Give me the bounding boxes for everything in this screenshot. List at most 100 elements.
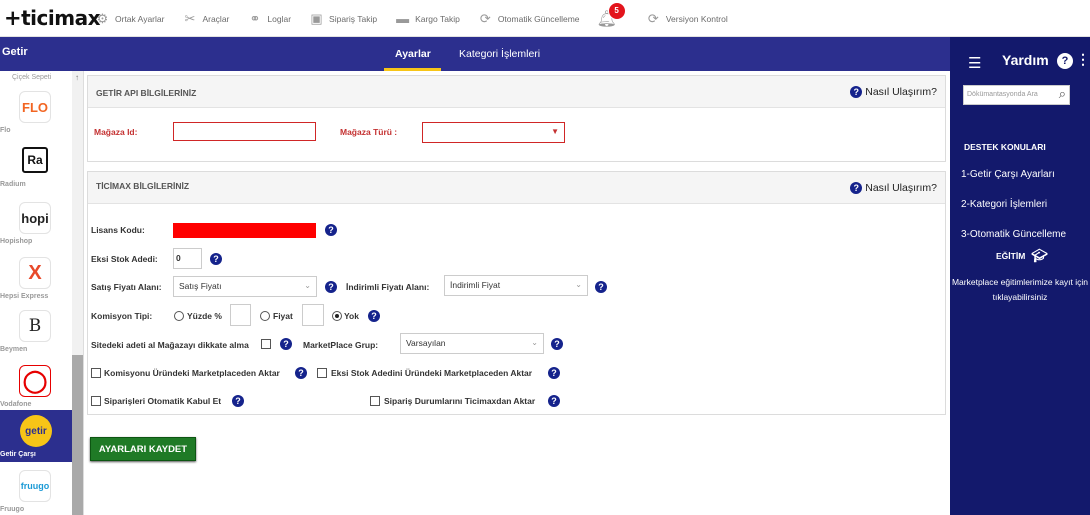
store-type-select[interactable]: ▼ [422,122,565,143]
card-header: TİCİMAX BİLGİLERİNİZ ? Nasıl Ulaşırım? [88,172,945,204]
sidebar-item-label: Vodafone [0,401,32,408]
sidebar-item-getir-carsi[interactable]: getir Getir Çarşı [0,410,72,462]
search-placeholder: Dökümantasyonda Ara [967,91,1038,98]
commission-radio-price[interactable] [260,311,270,321]
top-bar: +ticimax ⚙ Ortak Ayarlar ✂ Araçlar ⚭ Loglar… [0,0,1090,37]
commission-radio-percent[interactable] [174,311,184,321]
store-id-input[interactable] [173,122,316,141]
help-question-icon[interactable]: ? [1057,53,1073,69]
commission-percent-input[interactable] [230,304,251,326]
tools-icon: ✂ [184,10,196,26]
hamburger-menu-icon[interactable]: ☰ [968,54,981,72]
notifications-button[interactable]: 🔔︎ 5 [597,1,626,29]
radium-logo: Ra [22,147,48,173]
sidebar-item-flo[interactable]: FLO Flo [0,88,70,143]
nav-araclar[interactable]: ✂ Araçlar [181,10,230,26]
commission-radio-none[interactable] [332,311,342,321]
help-panel-title: Yardım [1002,52,1049,68]
sidebar-item-label: Getir Çarşı [0,451,36,458]
section-header-bar: Getir Ayarlar Kategori İşlemleri [0,37,950,71]
sidebar-scroll-thumb[interactable] [72,355,83,515]
topic-link-otomatik[interactable]: 3-Otomatik Güncelleme [961,229,1066,240]
question-icon[interactable]: ? [548,395,560,407]
topic-link-getir-carsi[interactable]: 1-Getir Çarşı Ayarları [961,169,1055,180]
nav-loglar[interactable]: ⚭ Loglar [246,11,291,26]
site-stock-checkbox[interactable] [261,339,271,349]
question-icon[interactable]: ? [368,310,380,322]
settings-content: GETİR API BİLGİLERİNİZ ? Nasıl Ulaşırım? … [84,71,950,515]
question-icon[interactable]: ? [548,367,560,379]
hepsi-express-logo: X [19,257,51,289]
question-icon[interactable]: ? [295,367,307,379]
flo-logo: FLO [19,91,51,123]
sidebar-item-label: Fruugo [0,506,25,513]
search-icon[interactable]: ⌕ [1059,86,1066,102]
sale-price-select[interactable]: Satış Fiyatı ⌄ [173,276,317,297]
more-options-icon[interactable]: ⋮ [1076,51,1090,68]
getir-logo: getir [20,415,52,447]
store-type-label: Mağaza Türü : [340,127,398,137]
card-header: GETİR API BİLGİLERİNİZ ? Nasıl Ulaşırım? [88,76,945,108]
commission-price-input[interactable] [302,304,324,326]
auto-accept-checkbox[interactable] [91,396,101,406]
question-icon[interactable]: ? [232,395,244,407]
minus-stock-input[interactable]: 0 [173,248,202,269]
sidebar-item-label: Radium [0,181,26,188]
question-icon[interactable]: ? [325,224,337,236]
education-link[interactable]: EĞİTİM 🎓︎ [996,248,1048,264]
mp-group-label: MarketPlace Grup: [303,340,379,350]
commission-option-label: Yok [344,311,359,321]
sidebar-item-label: Beymen [0,346,28,353]
vodafone-logo: ◯ [19,365,51,397]
box-icon: ▣ [310,10,323,26]
sidebar-item-hepsi-express[interactable]: X Hepsi Express [0,254,70,309]
card-title: GETİR API BİLGİLERİNİZ [96,88,197,98]
tab-kategori-islemleri[interactable]: Kategori İşlemleri [459,48,540,60]
sidebar-item-fruugo[interactable]: fruugo Fruugo [0,467,70,515]
topic-link-kategori[interactable]: 2-Kategori İşlemleri [961,199,1047,210]
nav-kargo-takip[interactable]: ▬ Kargo Takip [394,11,460,26]
sidebar-item-label: Flo [0,127,11,134]
mp-group-select[interactable]: Varsayılan ⌄ [400,333,544,354]
discount-price-select[interactable]: İndirimli Fiyat ⌄ [444,275,588,296]
getir-api-card: GETİR API BİLGİLERİNİZ ? Nasıl Ulaşırım? … [87,75,946,162]
question-icon[interactable]: ? [551,338,563,350]
minus-stock-transfer-label: Eksi Stok Adedini Üründeki Marketplacede… [331,368,533,378]
ticimax-logo[interactable]: +ticimax [4,6,100,30]
ticimax-info-card: TİCİMAX BİLGİLERİNİZ ? Nasıl Ulaşırım? Li… [87,171,946,415]
truck-icon: ▬ [396,11,410,26]
question-icon[interactable]: ? [210,253,222,265]
sidebar-item-radium[interactable]: Ra Radium [0,144,70,199]
question-icon[interactable]: ? [280,338,292,350]
question-icon[interactable]: ? [325,281,337,293]
nav-siparis-takip[interactable]: ▣ Sipariş Takip [308,11,377,26]
question-icon[interactable]: ? [595,281,607,293]
support-topics-title: DESTEK KONULARI [964,142,1046,152]
sidebar-item-hopishop[interactable]: hopi Hopishop [0,199,70,254]
sidebar-item-label: Hopishop [0,238,33,245]
nav-versiyon-kontrol[interactable]: ⟳ Versiyon Kontrol [645,11,728,26]
order-status-checkbox[interactable] [370,396,380,406]
commission-transfer-checkbox[interactable] [91,368,101,378]
help-panel: ☰ Yardım ? ⋮ Dökümantasyonda Ara ⌕ DESTE… [950,37,1090,515]
sidebar-item-vodafone[interactable]: ◯ Vodafone [0,362,70,417]
commission-label: Komisyon Tipi: [91,311,153,321]
nav-ortak-ayarlar[interactable]: ⚙ Ortak Ayarlar [94,11,165,26]
help-link[interactable]: ? Nasıl Ulaşırım? [850,86,937,98]
docs-search-input[interactable]: Dökümantasyonda Ara ⌕ [963,85,1070,105]
education-note[interactable]: Marketplace eğitimlerimize kayıt için tı… [950,275,1090,305]
nav-otomatik-guncelleme[interactable]: ⟳ Otomatik Güncelleme [477,11,580,26]
help-link[interactable]: ? Nasıl Ulaşırım? [850,182,937,194]
dropdown-caret-icon: ⌄ [575,280,582,289]
scroll-up-arrow-icon[interactable]: ↑ [75,73,79,82]
license-code-redacted[interactable] [173,223,316,238]
minus-stock-transfer-checkbox[interactable] [317,368,327,378]
sidebar-item-beymen[interactable]: B Beymen [0,307,70,362]
dropdown-caret-icon: ⌄ [304,281,311,290]
question-icon: ? [850,86,863,98]
sidebar-item-cicek-sepeti[interactable]: Çiçek Sepeti [12,74,51,81]
save-settings-button[interactable]: AYARLARI KAYDET [90,437,196,461]
sync-icon: ⟳ [479,10,491,26]
tab-ayarlar[interactable]: Ayarlar [395,48,431,60]
site-stock-label: Sitedeki adeti al Mağazayı dikkate alma [91,340,249,350]
